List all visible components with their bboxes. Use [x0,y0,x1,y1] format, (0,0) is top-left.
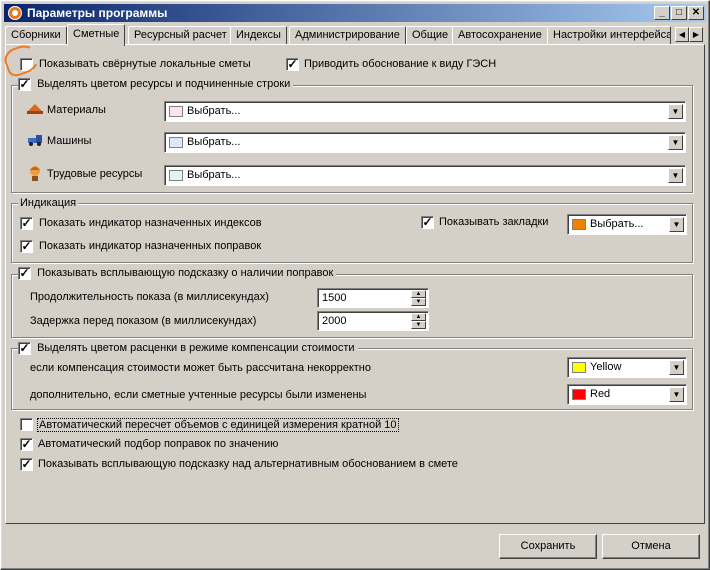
highlight-resources-label: Выделять цветом ресурсы и подчиненные ст… [37,78,291,90]
delay-value: 2000 [322,315,347,327]
tab-smetnye[interactable]: Сметные [67,24,126,46]
tooltip-label: Показывать всплывающую подсказку о налич… [37,267,334,279]
spin-down-icon[interactable]: ▼ [411,298,426,306]
chevron-down-icon[interactable]: ▼ [668,135,683,150]
alt-basis-tooltip-label: Показывать всплывающую подсказку над аль… [38,458,458,470]
highlight-resources-header: ✓ Выделять цветом ресурсы и подчиненные … [18,78,294,92]
settings-window: Параметры программы _ □ ✕ Сборники Сметн… [0,0,710,570]
show-indexes-checkbox[interactable]: ✓ [20,217,33,230]
minimize-button[interactable]: _ [654,6,670,20]
spin-up-icon[interactable]: ▲ [411,290,426,298]
materials-color-select[interactable]: Выбрать... ▼ [164,101,686,122]
labor-color-select[interactable]: Выбрать... ▼ [164,165,686,186]
tab-general[interactable]: Общие [406,26,455,45]
show-indexes-label: Показать индикатор назначенных индексов [39,217,262,229]
compensation-label: Выделять цветом расценки в режиме компен… [37,342,355,354]
window-title: Параметры программы [27,6,168,20]
highlight-resources-checkbox[interactable]: ✓ [18,78,31,91]
tooltip-header: ✓ Показывать всплывающую подсказку о нал… [18,267,337,281]
show-corrections-label: Показать индикатор назначенных поправок [39,240,262,252]
tooltip-checkbox[interactable]: ✓ [18,267,31,280]
tab-indexes[interactable]: Индексы [230,26,287,45]
tab-resource-calc[interactable]: Ресурсный расчет [128,26,233,45]
tab-sborniki[interactable]: Сборники [5,26,67,45]
changed-label: дополнительно, если сметные учтенные рес… [30,389,367,401]
labor-color-swatch [169,170,183,181]
bookmarks-color-select[interactable]: Выбрать... ▼ [567,214,687,235]
gesn-basis-checkbox[interactable]: ✓ [286,58,299,71]
materials-color-value: Выбрать... [187,105,241,117]
indication-title: Индикация [18,197,79,209]
bookmarks-color-swatch [572,219,586,230]
cancel-button[interactable]: Отмена [602,534,700,559]
changed-color-swatch [572,389,586,400]
incorrect-color-swatch [572,362,586,373]
save-button[interactable]: Сохранить [499,534,597,559]
tab-administration[interactable]: Администрирование [289,26,406,45]
machines-label: Машины [47,135,92,147]
duration-label: Продолжительность показа (в миллисекунда… [30,291,269,303]
materials-label: Материалы [47,104,106,116]
maximize-button[interactable]: □ [671,6,687,20]
close-button[interactable]: ✕ [688,6,704,20]
show-collapsed-label: Показывать свёрнутые локальные сметы [39,58,251,70]
title-bar[interactable]: Параметры программы _ □ ✕ [4,4,706,22]
delay-label: Задержка перед показом (в миллисекундах) [30,315,257,327]
show-corrections-checkbox[interactable]: ✓ [20,240,33,253]
chevron-down-icon[interactable]: ▼ [669,360,684,375]
chevron-down-icon[interactable]: ▼ [669,217,684,232]
alt-basis-tooltip-checkbox[interactable]: ✓ [20,458,33,471]
duration-value: 1500 [322,292,347,304]
auto-corrections-label: Автоматический подбор поправок по значен… [38,438,279,450]
tab-autosave[interactable]: Автосохранение [452,26,548,45]
compensation-checkbox[interactable]: ✓ [18,342,31,355]
incorrect-color-select[interactable]: Yellow ▼ [567,357,687,378]
bookmarks-color-value: Выбрать... [590,218,644,230]
spin-up-icon[interactable]: ▲ [411,313,426,321]
gesn-basis-label: Приводить обоснование к виду ГЭСН [304,58,497,70]
show-bookmarks-checkbox[interactable]: ✓ [421,216,434,229]
labor-label: Трудовые ресурсы [47,168,143,180]
app-icon [8,6,22,20]
chevron-down-icon[interactable]: ▼ [668,104,683,119]
changed-color-value: Red [590,388,611,400]
compensation-header: ✓ Выделять цветом расценки в режиме комп… [18,342,358,356]
auto-recalc-checkbox[interactable] [20,418,33,431]
changed-color-select[interactable]: Red ▼ [567,384,687,405]
auto-recalc-label: Автоматический пересчет объемов с единиц… [37,418,399,432]
tab-strip: Сборники Сметные Ресурсный расчет Индекс… [1,24,710,46]
chevron-down-icon[interactable]: ▼ [669,387,684,402]
chevron-down-icon[interactable]: ▼ [668,168,683,183]
materials-icon [27,104,43,114]
tab-interface-settings[interactable]: Настройки интерфейса [547,26,671,45]
machines-icon [28,135,42,146]
materials-color-swatch [169,106,183,117]
incorrect-label: если компенсация стоимости может быть ра… [30,362,371,374]
machines-color-swatch [169,137,183,148]
incorrect-color-value: Yellow [590,361,622,373]
machines-color-value: Выбрать... [187,136,241,148]
labor-color-value: Выбрать... [187,169,241,181]
machines-color-select[interactable]: Выбрать... ▼ [164,132,686,153]
duration-spinner[interactable]: 1500 ▲ ▼ [317,288,429,308]
labor-icon [30,166,40,181]
tab-scroll-right-button[interactable]: ▶ [689,27,703,42]
delay-spinner[interactable]: 2000 ▲ ▼ [317,311,429,331]
spin-down-icon[interactable]: ▼ [411,321,426,329]
tab-scroll-left-button[interactable]: ◀ [675,27,689,42]
auto-corrections-checkbox[interactable]: ✓ [20,438,33,451]
show-bookmarks-label: Показывать закладки [439,216,549,228]
